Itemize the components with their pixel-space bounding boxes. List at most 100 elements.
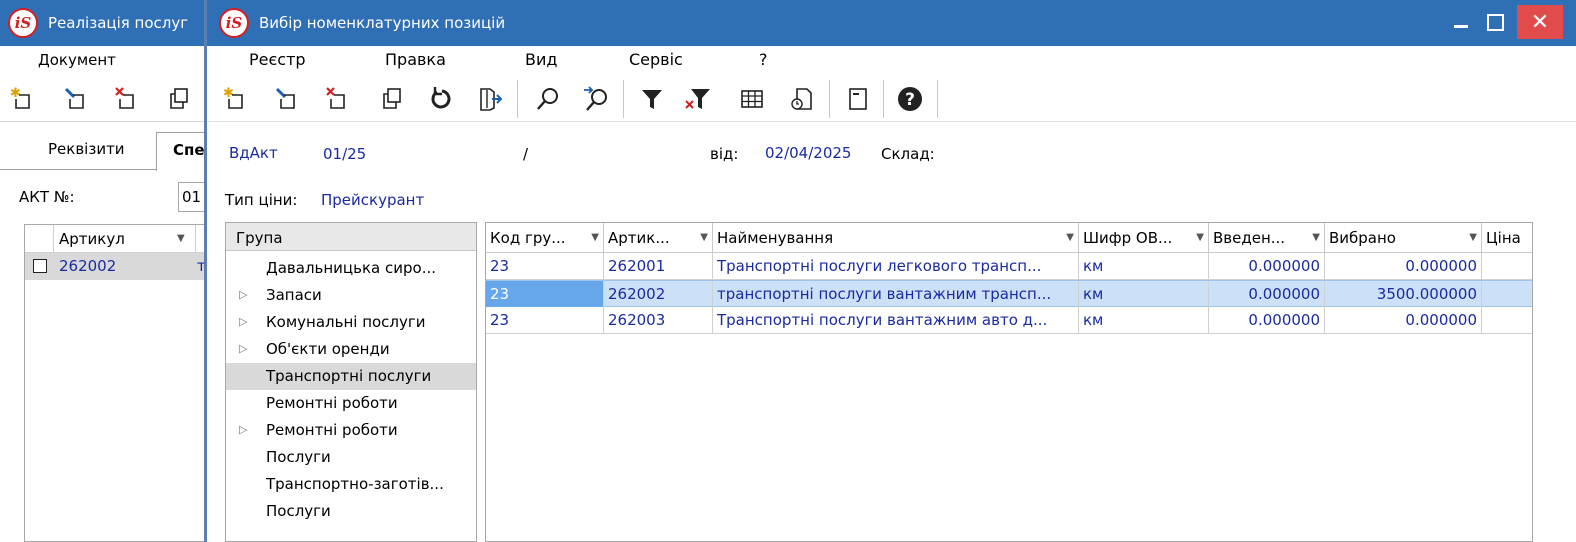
menu-registry[interactable]: Реєстр <box>249 50 306 69</box>
chevron-down-icon[interactable]: ▼ <box>591 232 599 243</box>
cell-name[interactable]: транспортні послуги вантажним трансп... <box>713 281 1079 307</box>
group-tree-header[interactable]: Група <box>226 223 476 251</box>
toolbar-separator <box>623 80 624 118</box>
background-window: iS Реалізація послуг Документ ✱ Реквізит… <box>0 0 218 542</box>
menu-service[interactable]: Сервіс <box>629 50 683 69</box>
tree-item[interactable]: Послуги <box>226 498 476 525</box>
row-article: 262002 <box>59 257 117 275</box>
menu-document[interactable]: Документ <box>38 51 116 69</box>
tree-item[interactable]: ▷ Ремонтні роботи <box>226 417 476 444</box>
search-icon[interactable] <box>533 84 563 114</box>
column-entered[interactable]: Введен... ▼ <box>1209 223 1325 253</box>
cell-selected[interactable]: 0.000000 <box>1325 307 1482 333</box>
filter-icon[interactable] <box>637 84 667 114</box>
toolbar-separator <box>829 80 830 118</box>
table-row[interactable]: 262002 т <box>25 253 216 280</box>
price-type-value: Прейскурант <box>321 191 425 209</box>
cell-unit[interactable]: км <box>1079 253 1209 279</box>
expand-arrow-icon[interactable]: ▷ <box>239 423 247 436</box>
cell-code[interactable]: 23 <box>486 307 604 333</box>
column-unit-code[interactable]: Шифр ОВ... ▼ <box>1079 223 1209 253</box>
row-checkbox[interactable] <box>33 259 47 273</box>
column-selected[interactable]: Вибрано ▼ <box>1325 223 1482 253</box>
card-icon[interactable] <box>843 84 873 114</box>
chevron-down-icon[interactable]: ▼ <box>177 233 185 244</box>
chevron-down-icon[interactable]: ▼ <box>1469 232 1477 243</box>
history-icon[interactable] <box>787 84 817 114</box>
svg-text:✱: ✱ <box>223 86 234 101</box>
table-icon[interactable] <box>737 84 767 114</box>
cell-price[interactable] <box>1482 307 1532 333</box>
chevron-down-icon[interactable]: ▼ <box>700 232 708 243</box>
expand-arrow-icon[interactable]: ▷ <box>239 288 247 301</box>
copy-icon[interactable] <box>377 84 407 114</box>
cell-article[interactable]: 262003 <box>604 307 713 333</box>
export-icon[interactable] <box>475 84 505 114</box>
column-article[interactable]: Артикул <box>59 230 125 248</box>
table-row[interactable]: 23 262002 транспортні послуги вантажним тр… <box>486 280 1532 307</box>
menu-view[interactable]: Вид <box>525 50 557 69</box>
search-next-icon[interactable] <box>581 84 611 114</box>
tree-item[interactable]: ▷ Запаси <box>226 282 476 309</box>
cell-unit[interactable]: км <box>1079 281 1209 307</box>
copy-icon[interactable] <box>164 84 194 114</box>
cell-unit[interactable]: км <box>1079 307 1209 333</box>
column-article[interactable]: Артик... ▼ <box>604 223 713 253</box>
cell-price[interactable] <box>1482 253 1532 279</box>
tree-item[interactable]: Ремонтні роботи <box>226 390 476 417</box>
background-menu-bar: Документ <box>0 46 215 76</box>
table-row[interactable]: 23 262003 Транспортні послуги вантажним ав… <box>486 307 1532 334</box>
tree-item[interactable]: ▷ Комунальні послуги <box>226 309 476 336</box>
cell-selected[interactable]: 3500.000000 <box>1325 281 1482 307</box>
doc-type: ВдАкт <box>229 144 278 162</box>
add-icon[interactable]: ✱ <box>221 84 251 114</box>
chevron-down-icon[interactable]: ▼ <box>1066 232 1074 243</box>
tree-item[interactable]: ▷ Об'єкти оренди <box>226 336 476 363</box>
cell-name[interactable]: Транспортні послуги легкового трансп... <box>713 253 1079 279</box>
add-icon[interactable]: ✱ <box>8 84 38 114</box>
dialog-title-bar: iS Вибір номенклатурних позицій ✕ <box>207 0 1576 46</box>
column-label: Введен... <box>1213 229 1286 247</box>
cell-name[interactable]: Транспортні послуги вантажним авто д... <box>713 307 1079 333</box>
edit-icon[interactable] <box>273 84 303 114</box>
cell-entered[interactable]: 0.000000 <box>1209 281 1325 307</box>
menu-edit[interactable]: Правка <box>385 50 446 69</box>
cell-article[interactable]: 262001 <box>604 253 713 279</box>
cell-entered[interactable]: 0.000000 <box>1209 253 1325 279</box>
refresh-icon[interactable] <box>427 84 457 114</box>
chevron-down-icon[interactable]: ▼ <box>1312 232 1320 243</box>
column-group-code[interactable]: Код гру... ▼ <box>486 223 604 253</box>
tree-item[interactable]: Давальницька сиро... <box>226 255 476 282</box>
tree-item-label: Давальницька сиро... <box>266 259 436 277</box>
group-tree: Група Давальницька сиро... ▷ Запаси ▷ Комуна… <box>225 222 477 542</box>
cell-article[interactable]: 262002 <box>604 281 713 307</box>
menu-help[interactable]: ? <box>759 50 768 69</box>
column-name[interactable]: Найменування ▼ <box>713 223 1079 253</box>
tree-item-label: Транспортно-заготів... <box>266 475 444 493</box>
delete-icon[interactable] <box>112 84 142 114</box>
tree-item[interactable]: Транспортні послуги <box>226 363 476 390</box>
help-icon[interactable]: ? <box>895 84 925 114</box>
tree-item[interactable]: Послуги <box>226 444 476 471</box>
column-label: Артик... <box>608 229 670 247</box>
chevron-down-icon[interactable]: ▼ <box>1196 232 1204 243</box>
expand-arrow-icon[interactable]: ▷ <box>239 315 247 328</box>
delete-icon[interactable] <box>323 84 353 114</box>
tab-requisites[interactable]: Реквізити <box>48 140 125 158</box>
expand-arrow-icon[interactable]: ▷ <box>239 342 247 355</box>
tree-item-label: Комунальні послуги <box>266 313 426 331</box>
tree-item[interactable]: Транспортно-заготів... <box>226 471 476 498</box>
cell-code[interactable]: 23 <box>486 253 604 279</box>
minimize-icon[interactable] <box>1447 8 1475 36</box>
maximize-icon[interactable] <box>1481 8 1509 36</box>
close-icon[interactable]: ✕ <box>1517 5 1563 39</box>
cell-code[interactable]: 23 <box>486 281 604 307</box>
background-grid: Артикул ▼ 262002 т <box>24 224 216 542</box>
clear-filter-icon[interactable] <box>683 84 713 114</box>
edit-icon[interactable] <box>62 84 92 114</box>
cell-selected[interactable]: 0.000000 <box>1325 253 1482 279</box>
table-row[interactable]: 23 262001 Транспортні послуги легкового тр… <box>486 253 1532 280</box>
column-price[interactable]: Ціна <box>1482 223 1532 253</box>
cell-entered[interactable]: 0.000000 <box>1209 307 1325 333</box>
cell-price[interactable] <box>1482 281 1532 307</box>
